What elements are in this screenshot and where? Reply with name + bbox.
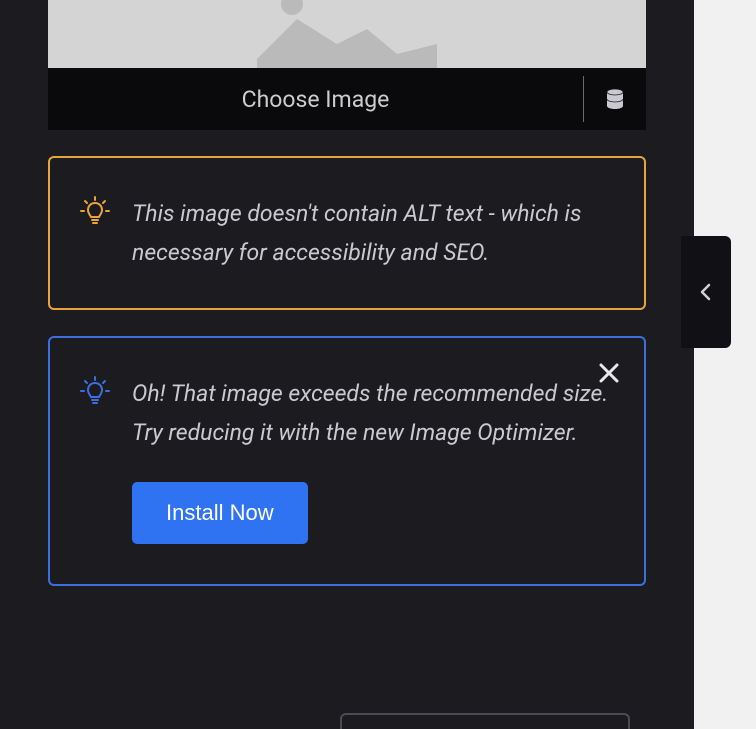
close-icon (598, 362, 620, 384)
database-icon (605, 88, 625, 110)
alt-text-warning-notice: This image doesn't contain ALT text - wh… (48, 156, 646, 310)
image-library-button[interactable] (584, 68, 646, 130)
warning-text: This image doesn't contain ALT text - wh… (132, 194, 614, 272)
notice-body: Oh! That image exceeds the recommended s… (132, 374, 614, 544)
image-picker: Choose Image (48, 0, 646, 130)
install-now-button[interactable]: Install Now (132, 482, 308, 544)
notice-body: This image doesn't contain ALT text - wh… (132, 194, 614, 272)
image-size-info-notice: Oh! That image exceeds the recommended s… (48, 336, 646, 586)
lightbulb-icon (80, 376, 110, 410)
image-preview[interactable] (48, 0, 646, 68)
close-notice-button[interactable] (598, 362, 620, 388)
info-text: Oh! That image exceeds the recommended s… (132, 374, 614, 452)
image-select-bar: Choose Image (48, 68, 646, 130)
chevron-left-icon (698, 282, 714, 302)
bottom-field-stub (340, 713, 630, 729)
choose-image-label: Choose Image (242, 86, 390, 113)
lightbulb-icon (80, 196, 110, 230)
choose-image-button[interactable]: Choose Image (48, 68, 583, 130)
image-placeholder-icon (237, 0, 457, 68)
install-now-label: Install Now (166, 500, 274, 525)
collapse-panel-button[interactable] (681, 236, 731, 348)
settings-panel: Choose Image (0, 0, 694, 729)
